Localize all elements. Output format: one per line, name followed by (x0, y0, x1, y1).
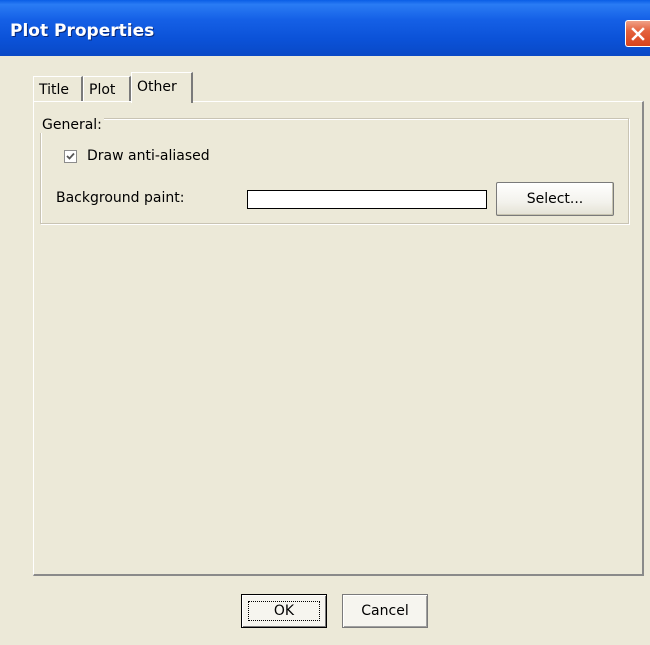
select-paint-button[interactable]: Select... (496, 182, 614, 216)
tab-plot[interactable]: Plot (83, 76, 131, 102)
tab-plot-label: Plot (89, 82, 116, 98)
title-bar[interactable]: Plot Properties (0, 0, 650, 56)
window-title: Plot Properties (10, 21, 155, 41)
tab-panel-other: General: Draw anti-aliased Background pa… (33, 101, 644, 576)
general-group-legend: General: (40, 117, 104, 133)
anti-aliased-checkbox[interactable] (64, 150, 77, 163)
cancel-button[interactable]: Cancel (342, 594, 428, 628)
anti-aliased-label[interactable]: Draw anti-aliased (87, 148, 210, 164)
tab-title[interactable]: Title (33, 76, 83, 102)
close-icon (631, 27, 645, 41)
background-paint-swatch (247, 190, 487, 209)
tab-title-label: Title (39, 82, 70, 98)
close-button[interactable] (625, 20, 650, 47)
tab-other[interactable]: Other (131, 72, 193, 103)
background-paint-label: Background paint: (56, 190, 185, 206)
checkmark-icon (66, 152, 75, 160)
tab-other-label: Other (137, 79, 177, 95)
ok-button[interactable]: OK (241, 594, 327, 628)
ok-button-label: OK (248, 601, 320, 621)
